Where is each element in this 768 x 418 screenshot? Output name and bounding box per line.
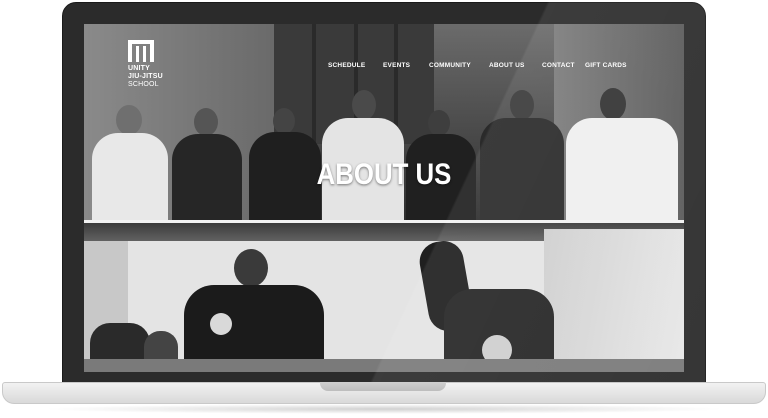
training-photo	[84, 223, 684, 372]
laptop-base-notch	[320, 382, 446, 391]
logo-line-2: JIU-JITSU	[128, 73, 163, 80]
nav-item-contact[interactable]: CONTACT	[542, 62, 575, 69]
athlete-head	[234, 249, 268, 287]
logo-line-3: SCHOOL	[128, 81, 159, 88]
nav-item-community[interactable]: COMMUNITY	[429, 62, 471, 69]
page-title: ABOUT US	[316, 158, 452, 191]
main-navigation: SCHEDULE EVENTS COMMUNITY ABOUT US CONTA…	[84, 62, 684, 72]
mat-floor	[84, 359, 684, 372]
nav-item-gift-cards[interactable]: GIFT CARDS	[585, 62, 627, 69]
laptop-shadow	[40, 404, 728, 414]
logo-mark-icon	[128, 40, 154, 62]
browser-viewport: UNITY JIU-JITSU SCHOOL SCHEDULE EVENTS C…	[84, 24, 684, 372]
nav-item-events[interactable]: EVENTS	[383, 62, 410, 69]
patch-icon	[210, 313, 232, 335]
nav-item-about-us[interactable]: ABOUT US	[489, 62, 525, 69]
nav-item-schedule[interactable]: SCHEDULE	[328, 62, 365, 69]
hero-banner: UNITY JIU-JITSU SCHOOL SCHEDULE EVENTS C…	[84, 24, 684, 220]
